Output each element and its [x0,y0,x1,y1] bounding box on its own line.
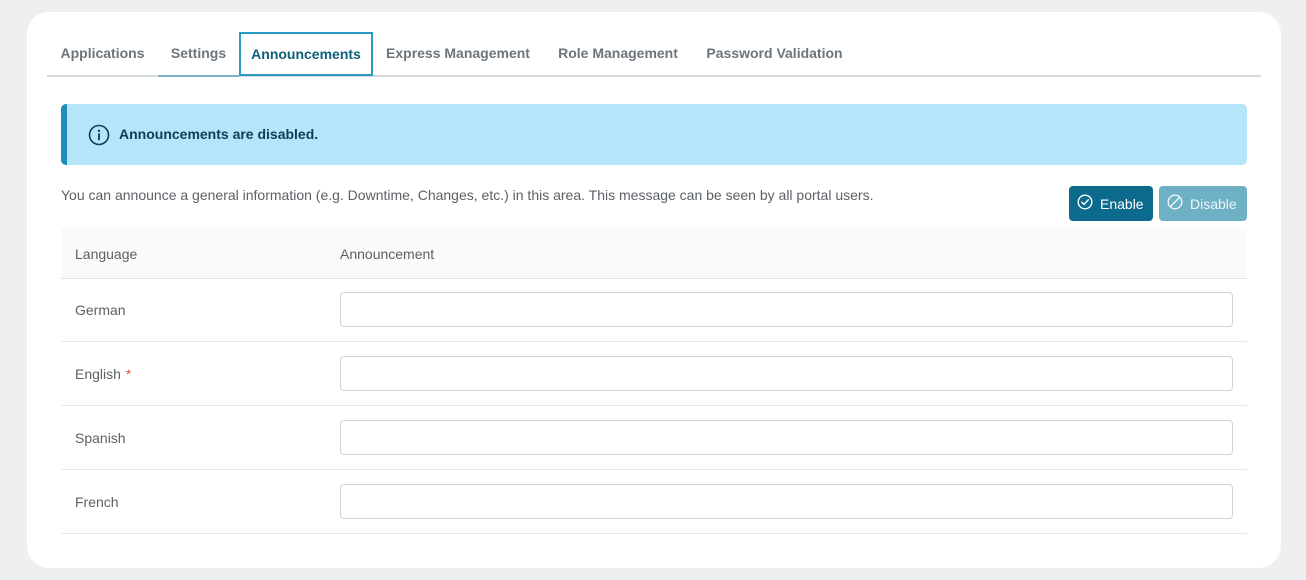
table-row-german: German [61,278,1247,342]
table-header: Language Announcement [61,228,1247,279]
disable-button[interactable]: Disable [1159,186,1247,221]
announcement-input-french[interactable] [340,484,1233,519]
column-header-language: Language [75,246,138,262]
language-label-text: English [75,366,121,382]
announcement-status-alert: Announcements are disabled. [61,104,1247,165]
disable-button-label: Disable [1190,195,1237,212]
language-label: English * [75,342,131,406]
required-marker: * [125,366,132,382]
ban-circle-icon [1167,194,1190,213]
tab-announcements[interactable]: Announcements [239,32,373,76]
table-row-english: English * [61,342,1247,406]
enable-button-label: Enable [1100,195,1144,212]
language-label: French [75,494,119,510]
announcement-input-german[interactable] [340,292,1233,327]
table-row-spanish: Spanish [61,406,1247,470]
announcement-input-spanish[interactable] [340,420,1233,455]
language-label: Spanish [75,430,126,446]
announcement-input-english[interactable] [340,356,1233,391]
settings-card: Applications Settings Announcements Expr… [27,12,1281,568]
tab-settings[interactable]: Settings [158,32,239,77]
alert-message: Announcements are disabled. [119,126,319,142]
tab-bar: Applications Settings Announcements Expr… [47,32,1261,77]
language-label: German [75,302,126,318]
tab-express-management[interactable]: Express Management [373,32,543,75]
enable-button[interactable]: Enable [1069,186,1153,221]
tab-applications[interactable]: Applications [47,32,158,75]
check-circle-icon [1077,194,1100,213]
column-header-announcement: Announcement [340,246,435,262]
description-text: You can announce a general information (… [61,187,874,203]
tab-role-management[interactable]: Role Management [543,32,693,75]
info-icon [88,124,110,146]
tab-password-validation[interactable]: Password Validation [693,32,856,75]
table-row-french: French [61,470,1247,534]
